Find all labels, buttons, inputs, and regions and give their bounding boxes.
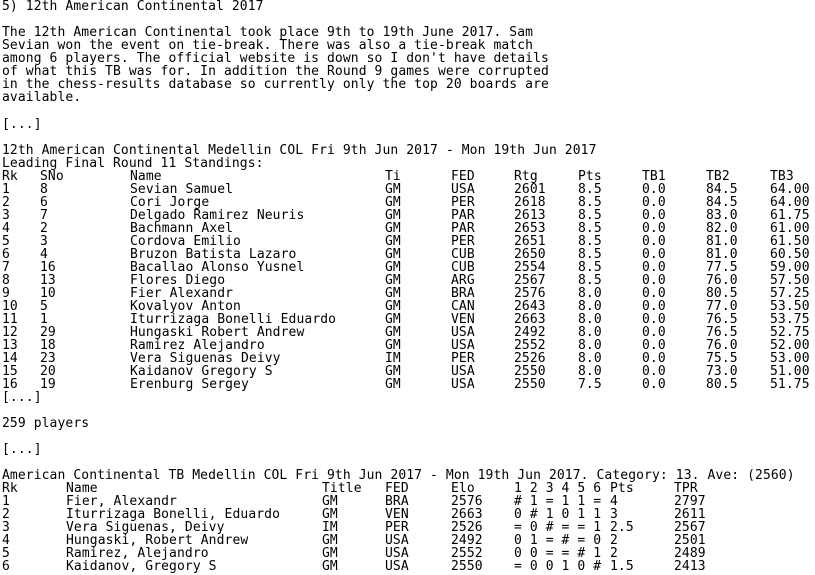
table-row: 6 Kaidanov, Gregory S GM USA 2550 = 0 0 1 0 #…: [2, 560, 813, 573]
ellipsis-1: [...]: [2, 117, 42, 132]
table-row: 6 4 Bruzon Batista Lazaro GM CUB 2650 8.5 0.0 81…: [2, 248, 813, 261]
cell-title: GM: [385, 377, 401, 392]
cell-start-number: 19: [40, 377, 56, 392]
section-heading: 5) 12th American Continental 2017: [2, 0, 264, 14]
table-row: 3 7 Delgado Ramirez Neuris GM PAR 2613 8.5 0.0 8…: [2, 209, 813, 222]
table-row: 12 29 Hungaski Robert Andrew GM USA 2492 8.0 0.…: [2, 326, 813, 339]
players-count: 259 players: [2, 416, 90, 431]
table-row: 16 19 Erenburg Sergey GM USA 2550 7.5 0.0 80.5 51…: [2, 378, 813, 391]
cell-title: GM: [322, 559, 338, 574]
cell-tpr: 2413: [674, 559, 706, 574]
cell-name: Kaidanov, Gregory S: [66, 559, 217, 574]
table-row: 14 23 Vera Siguenas Deivy IM PER 2526 8.0 0.0 75…: [2, 352, 813, 365]
ellipsis-3: [...]: [2, 442, 42, 457]
table-row: 7 16 Bacallao Alonso Yusnel GM CUB 2554 8.5 0.0…: [2, 261, 813, 274]
table-row: 15 20 Kaidanov Gregory S GM USA 2550 8.0 0.0 73.…: [2, 365, 813, 378]
table-row: 10 5 Kovalyov Anton GM CAN 2643 8.0 0.0 77.0 53.5…: [2, 300, 813, 313]
intro-line: available.: [2, 90, 82, 105]
cell-federation: USA: [385, 559, 409, 574]
cell-points: 1.5: [610, 559, 634, 574]
table-row: 13 18 Ramirez Alejandro GM USA 2552 8.0 0.0 76.0…: [2, 339, 813, 352]
cell-name: Erenburg Sergey: [130, 377, 249, 392]
cell-tb2: 80.5: [706, 377, 738, 392]
table-row: 4 2 Bachmann Axel GM PAR 2653 8.5 0.0 82.0 61.00: [2, 222, 813, 235]
cell-points: 7.5: [578, 377, 602, 392]
standings-header: Rk SNo Name Ti FED Rtg Pts TB1 TB2 TB3: [2, 170, 813, 183]
cell-federation: USA: [451, 377, 475, 392]
cell-rank: 6: [2, 559, 10, 574]
cell-crosstable: = 0 0 1 0 #: [514, 559, 602, 574]
table-row: 8 13 Flores Diego GM ARG 2567 8.5 0.0 76.0 57.50: [2, 274, 813, 287]
table-row: 11 1 Iturrizaga Bonelli Eduardo GM VEN 2663 8.…: [2, 313, 813, 326]
cell-tb3: 51.75: [770, 377, 810, 392]
table-row: 1 8 Sevian Samuel GM USA 2601 8.5 0.0 84.5 64.00: [2, 183, 813, 196]
cell-elo: 2550: [451, 559, 483, 574]
intro-line: in the chess-results database so current…: [2, 77, 549, 92]
cell-rating: 2550: [514, 377, 546, 392]
ellipsis-2: [...]: [2, 390, 42, 405]
table-row: 9 10 Fier Alexandr GM BRA 2576 8.0 0.0 80.5 57.25: [2, 287, 813, 300]
table-row: 5 3 Cordova Emilio GM PER 2651 8.5 0.0 81.0 61.50: [2, 235, 813, 248]
table-row: 2 6 Cori Jorge GM PER 2618 8.5 0.0 84.5 64.00: [2, 196, 813, 209]
cell-tb1: 0.0: [642, 377, 666, 392]
